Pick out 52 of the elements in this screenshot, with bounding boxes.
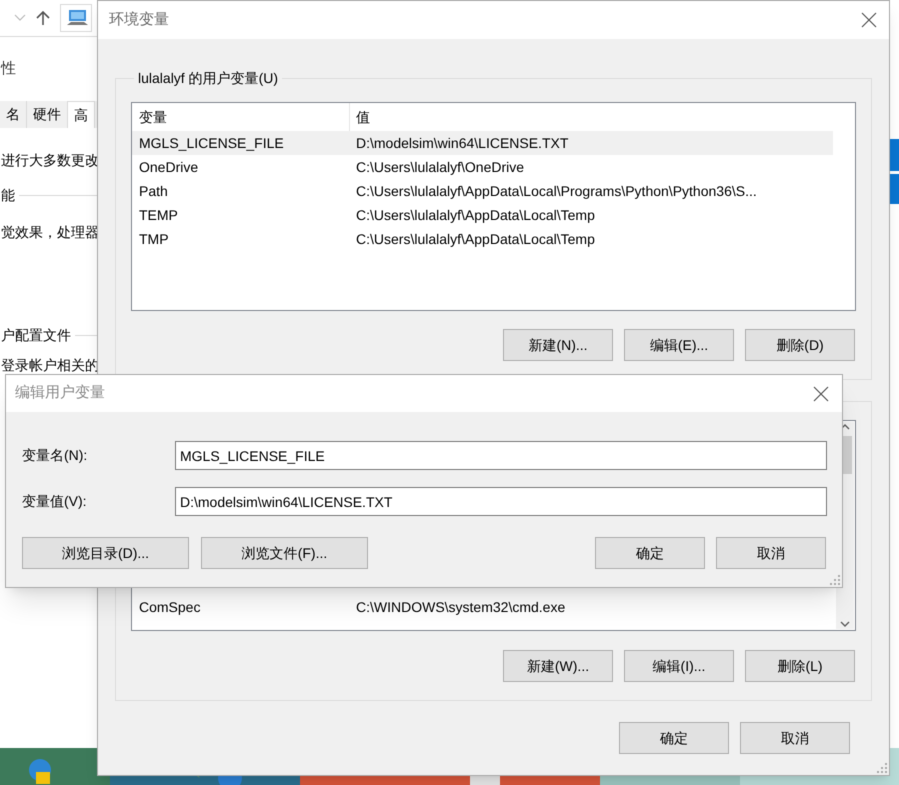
- variable-name: MGLS_LICENSE_FILE: [138, 134, 285, 153]
- variable-name: TEMP: [138, 206, 179, 224]
- dialog-button[interactable]: 新建(W)...: [503, 650, 613, 682]
- up-arrow-icon[interactable]: [36, 10, 50, 26]
- dialog-button[interactable]: 编辑(I)...: [624, 650, 734, 682]
- variable-value: C:\Users\lulalalyf\OneDrive: [355, 158, 524, 177]
- variable-name: TMP: [138, 230, 170, 248]
- section-heading: 能: [1, 186, 15, 205]
- dialog-button[interactable]: 浏览目录(D)...: [22, 537, 189, 569]
- resize-grip-icon[interactable]: [877, 763, 887, 773]
- dialog-button[interactable]: 编辑(E)...: [624, 329, 734, 361]
- variable-name: OneDrive: [138, 158, 200, 176]
- column-header[interactable]: 值: [350, 103, 855, 131]
- variable-row[interactable]: TEMP C:\Users\lulalalyf\AppData\Local\Temp: [132, 203, 833, 227]
- dialog-button[interactable]: 取消: [740, 722, 850, 754]
- variable-value: C:\WINDOWS\system32\cmd.exe: [355, 598, 566, 617]
- computer-icon: [67, 9, 89, 27]
- dialog-button[interactable]: 删除(D): [745, 329, 855, 361]
- dialog-button[interactable]: 新建(N)...: [503, 329, 613, 361]
- window-title: 编辑用户变量: [15, 383, 105, 404]
- variable-row[interactable]: TMP C:\Users\lulalalyf\AppData\Local\Temp: [132, 227, 833, 251]
- field-label: 变量名(N):: [22, 446, 88, 465]
- scroll-down-icon[interactable]: [840, 621, 850, 627]
- variable-row[interactable]: OneDrive C:\Users\lulalalyf\OneDrive: [132, 155, 833, 179]
- variable-row[interactable]: MGLS_LICENSE_FILE D:\modelsim\win64\LICENSE.TXT: [132, 131, 833, 155]
- close-icon[interactable]: [813, 386, 829, 402]
- dialog-button[interactable]: 删除(L): [745, 650, 855, 682]
- field-label: 变量值(V):: [22, 492, 88, 511]
- variable-value: C:\Users\lulalalyf\AppData\Local\Programs\Python\Python36\S...: [355, 182, 757, 201]
- variable-row[interactable]: ComSpec C:\WINDOWS\system32\cmd.exe: [132, 595, 814, 619]
- window-title: 性: [0, 58, 17, 79]
- variable-name: ComSpec: [138, 598, 202, 617]
- variable-row[interactable]: Path C:\Users\lulalalyf\AppData\Local\Programs\Python\Python36\S...: [132, 179, 833, 203]
- resize-grip-icon[interactable]: [830, 575, 840, 585]
- description-text: 觉效果，处理器: [1, 223, 100, 242]
- dialog-button[interactable]: 确定: [619, 722, 729, 754]
- tab[interactable]: 高: [68, 101, 95, 128]
- input-field[interactable]: MGLS_LICENSE_FILE: [175, 441, 827, 470]
- close-icon[interactable]: [861, 12, 877, 28]
- variable-value: C:\Users\lulalalyf\AppData\Local\Temp: [355, 206, 595, 225]
- group-title: lulalalyf 的用户变量(U): [137, 69, 280, 88]
- variable-value: D:\modelsim\win64\LICENSE.TXT: [355, 134, 568, 152]
- dialog-button[interactable]: 取消: [716, 537, 826, 569]
- window-title: 环境变量: [109, 10, 169, 30]
- input-field[interactable]: D:\modelsim\win64\LICENSE.TXT: [175, 487, 827, 516]
- address-field[interactable]: [60, 4, 92, 32]
- dialog-button[interactable]: 确定: [595, 537, 705, 569]
- variable-value: C:\Users\lulalalyf\AppData\Local\Temp: [355, 230, 595, 249]
- variable-name: Path: [138, 182, 169, 200]
- dialog-button[interactable]: 浏览文件(F)...: [201, 537, 368, 569]
- section-heading: 户配置文件: [1, 326, 71, 345]
- description-text: 进行大多数更改: [1, 151, 100, 170]
